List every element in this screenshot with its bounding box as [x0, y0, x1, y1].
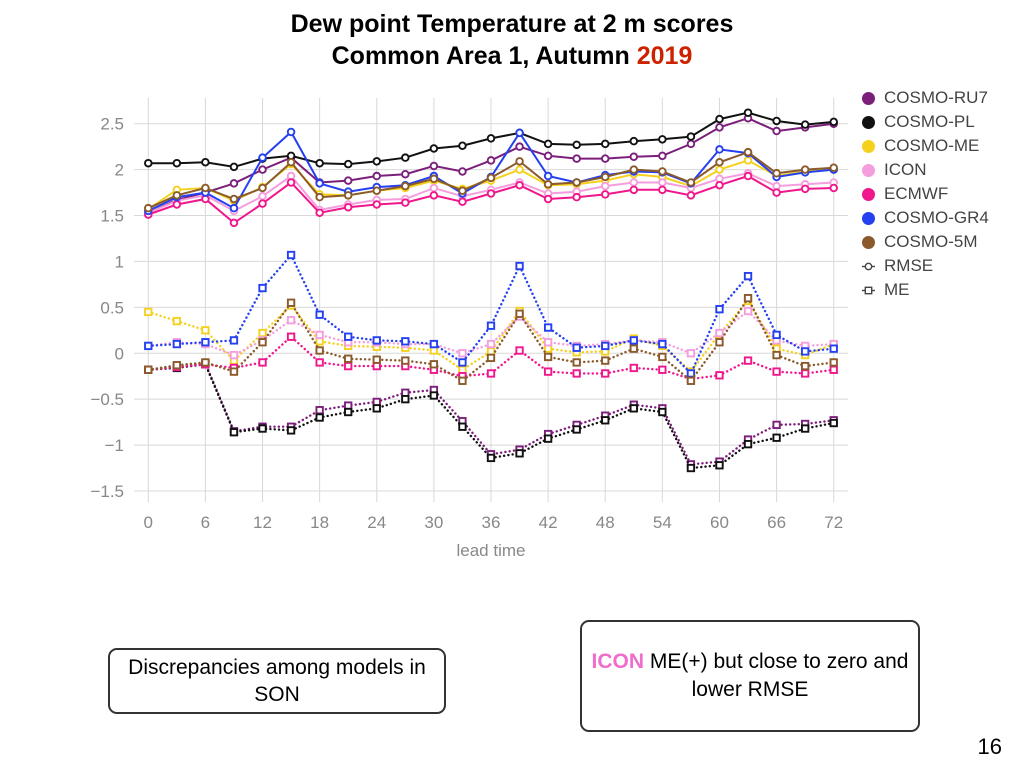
legend-item-cosmo-pl[interactable]: COSMO-PL	[862, 110, 1022, 134]
legend-color-dot-icon	[862, 187, 875, 201]
svg-text:−1.5: −1.5	[90, 482, 124, 501]
svg-text:0: 0	[115, 344, 124, 363]
legend-item-cosmo-ru7[interactable]: COSMO-RU7	[862, 86, 1022, 110]
annotation-right-model: ICON	[591, 649, 645, 673]
svg-text:30: 30	[424, 513, 443, 532]
svg-text:18: 18	[310, 513, 329, 532]
legend-item-label: COSMO-RU7	[884, 88, 988, 107]
svg-text:6: 6	[201, 513, 210, 532]
chart-legend: COSMO-RU7 COSMO-PL COSMO-ME ICON ECMWF COSMO-…	[862, 86, 1022, 302]
legend-item-label: ECMWF	[884, 184, 949, 203]
svg-text:0.5: 0.5	[100, 298, 124, 317]
annotation-box-right: ICON ME(+) but close to zero and lower R…	[580, 620, 920, 732]
svg-text:36: 36	[482, 513, 501, 532]
legend-color-dot-icon	[862, 91, 875, 105]
chart-plot-area: −1.5 −1 −0.5 0 0.5 1 1.5 2 2.5 0 6 12 18 24 30 36 42 48 54…	[80, 88, 860, 568]
title-year: 2019	[636, 42, 693, 70]
page-title: Dew point Temperature at 2 m scores Comm…	[0, 8, 1024, 72]
title-subtitle-text: Common Area 1, Autumn	[331, 42, 637, 70]
me-marker-icon	[862, 284, 875, 297]
svg-text:−0.5: −0.5	[90, 390, 124, 409]
legend-item-label: COSMO-ME	[884, 136, 980, 155]
legend-color-dot-icon	[862, 235, 875, 249]
legend-color-dot-icon	[862, 163, 875, 177]
legend-item-rmse[interactable]: RMSE	[862, 254, 1022, 278]
svg-text:42: 42	[539, 513, 558, 532]
svg-text:lead time: lead time	[457, 541, 526, 560]
svg-text:66: 66	[767, 513, 786, 532]
legend-item-cosmo-5m[interactable]: COSMO-5M	[862, 230, 1022, 254]
rmse-marker-icon	[862, 260, 875, 273]
annotation-left-text: Discrepancies among models in SON	[128, 655, 426, 706]
svg-text:60: 60	[710, 513, 729, 532]
legend-color-dot-icon	[862, 211, 875, 225]
legend-item-icon[interactable]: ICON	[862, 158, 1022, 182]
svg-text:72: 72	[824, 513, 843, 532]
legend-item-cosmo-gr4[interactable]: COSMO-GR4	[862, 206, 1022, 230]
svg-text:0: 0	[144, 513, 153, 532]
legend-item-ecmwf[interactable]: ECMWF	[862, 182, 1022, 206]
svg-text:54: 54	[653, 513, 672, 532]
svg-text:48: 48	[596, 513, 615, 532]
legend-item-label: COSMO-5M	[884, 232, 978, 251]
svg-text:24: 24	[367, 513, 386, 532]
annotation-right-content: ICON ME(+) but close to zero and lower R…	[582, 648, 918, 705]
legend-item-label: ME	[884, 280, 910, 299]
chart-svg: −1.5 −1 −0.5 0 0.5 1 1.5 2 2.5 0 6 12 18 24 30 36 42 48 54…	[90, 98, 848, 560]
page-number: 16	[977, 734, 1002, 759]
annotation-box-left: Discrepancies among models in SON	[108, 648, 446, 714]
legend-item-cosmo-me[interactable]: COSMO-ME	[862, 134, 1022, 158]
legend-item-me[interactable]: ME	[862, 278, 1022, 302]
svg-text:−1: −1	[105, 436, 124, 455]
legend-item-label: COSMO-GR4	[884, 208, 989, 227]
title-line-1: Dew point Temperature at 2 m scores	[290, 10, 734, 38]
svg-text:2: 2	[115, 161, 124, 180]
svg-text:1: 1	[115, 252, 124, 271]
svg-text:2.5: 2.5	[100, 115, 124, 134]
legend-item-label: ICON	[884, 160, 927, 179]
annotation-right-text: ME(+) but close to zero and lower RMSE	[644, 649, 909, 701]
svg-text:12: 12	[253, 513, 272, 532]
legend-color-dot-icon	[862, 115, 875, 129]
legend-item-label: RMSE	[884, 256, 934, 275]
svg-text:1.5: 1.5	[100, 207, 124, 226]
legend-item-label: COSMO-PL	[884, 112, 975, 131]
title-line-2: Common Area 1, Autumn 2019	[0, 40, 1024, 72]
legend-color-dot-icon	[862, 139, 875, 153]
